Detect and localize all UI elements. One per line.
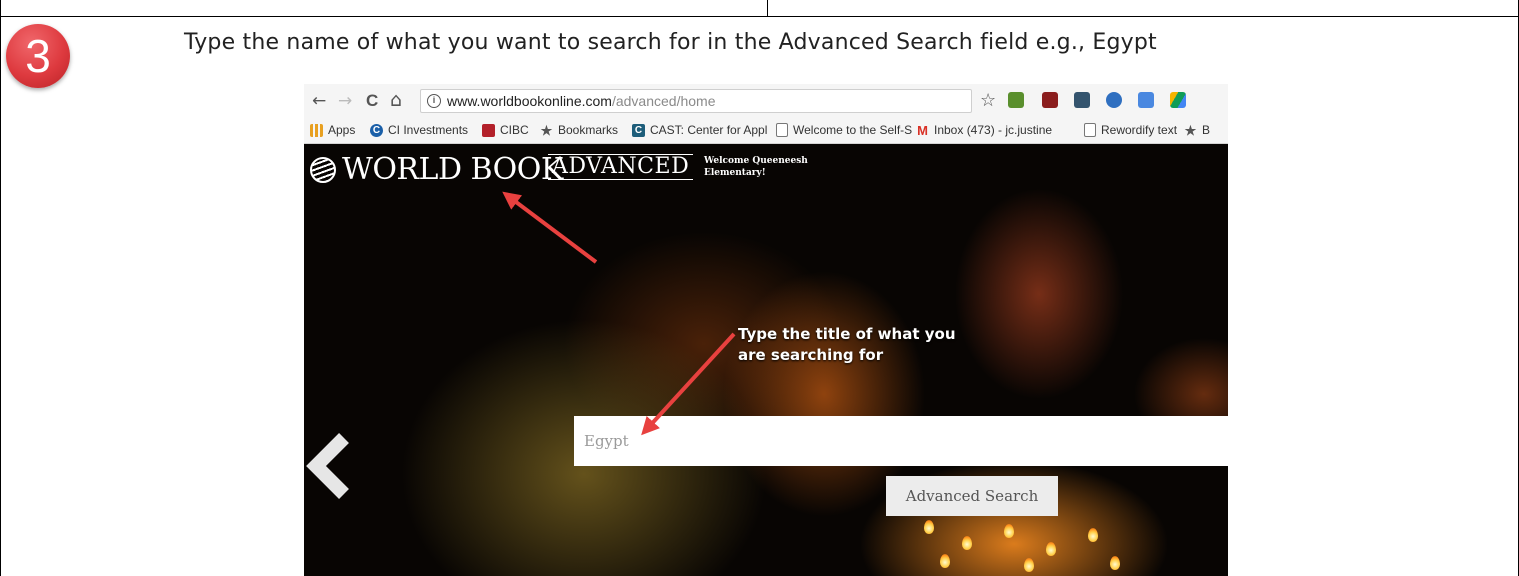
url-text[interactable]: www.worldbookonline.com/advanced/home [447,93,716,109]
bookmark-label: Welcome to the Self-S [793,123,913,137]
bookmark-label: CIBC [500,123,529,137]
candle-flame [1046,542,1056,556]
advanced-search-button[interactable]: Advanced Search [886,476,1058,516]
bookmark-label: B [1202,123,1211,137]
candle-flame [962,536,972,550]
bookmark-bookmarks[interactable]: ★ Bookmarks [540,123,618,137]
ublock-icon[interactable] [1042,92,1058,108]
home-icon[interactable]: ⌂ [390,89,402,111]
evernote-icon[interactable] [1008,92,1024,108]
instruction-text: Type the name of what you want to search… [184,30,1157,55]
bookmarks-bar: Apps C CI Investments CIBC ★ Bookmarks C CA… [304,118,1228,144]
bookmark-cibc[interactable]: CIBC [482,123,529,137]
browser-screenshot: ← → C ⌂ i www.worldbookonline.com/advanc… [304,84,1228,576]
drive-icon[interactable] [1170,92,1186,108]
pocket-icon[interactable] [1074,92,1090,108]
reload-icon[interactable]: C [366,91,378,111]
forward-icon[interactable]: → [338,91,352,111]
candle-flame [924,520,934,534]
bookmark-b[interactable]: ★ B [1184,123,1210,137]
star-icon: ★ [1184,122,1197,138]
gmail-icon: M [917,122,928,138]
candle-flame [1024,558,1034,572]
star-icon: ★ [540,122,553,138]
back-icon[interactable]: ← [312,91,326,111]
advanced-label: ADVANCED [548,154,694,180]
bookmark-star-icon[interactable]: ☆ [980,90,996,111]
bookmark-rewordify[interactable]: Rewordify text [1084,123,1177,137]
welcome-message: Welcome Queeneesh Elementary! [704,156,808,178]
bookmark-label: Rewordify text [1101,123,1178,137]
hero-background-photo: WORLD BOOK ADVANCED Welcome Queeneesh El… [304,144,1228,576]
bookmark-welcome[interactable]: Welcome to the Self-S [776,123,912,137]
apps-icon [310,123,323,137]
world-book-logo[interactable]: WORLD BOOK [310,152,563,187]
bookmark-label: Bookmarks [558,123,619,137]
yesware-icon[interactable] [1106,92,1122,108]
globe-logo-icon [310,156,336,183]
step-number-badge: 3 [6,24,70,88]
logo-text: WORLD BOOK [342,152,563,187]
previous-slide-chevron-icon[interactable] [306,432,354,500]
bookmark-label: Inbox (473) - jc.justine [934,123,1053,137]
bookmark-label: CI Investments [388,123,469,137]
table-divider [767,0,768,16]
bookmark-label: CAST: Center for Appl [650,123,768,137]
translate-icon[interactable] [1138,92,1154,108]
page-icon [1084,123,1096,137]
bookmark-ci-investments[interactable]: C CI Investments [370,123,468,137]
url-domain: www.worldbookonline.com [447,93,612,109]
browser-toolbar: ← → C ⌂ i www.worldbookonline.com/advanc… [304,84,1228,118]
ci-icon: C [370,123,383,137]
candle-flame [1110,556,1120,570]
candle-flame [1004,524,1014,538]
candle-flame [940,554,950,568]
info-icon[interactable]: i [427,94,441,108]
page-icon [776,123,788,137]
cibc-icon [482,123,495,137]
bookmark-label: Apps [328,123,356,137]
bookmark-inbox[interactable]: M Inbox (473) - jc.justine [916,123,1052,137]
cast-icon: C [632,123,645,137]
bookmark-cast[interactable]: C CAST: Center for Appl [632,123,767,137]
url-path: /advanced/home [611,93,716,109]
annotation-text: Type the title of what you are searching… [738,325,956,364]
advanced-search-input[interactable] [574,416,1228,466]
bookmark-apps[interactable]: Apps [310,123,355,137]
address-bar[interactable]: i www.worldbookonline.com/advanced/home [420,89,972,113]
table-rule [0,16,1519,17]
candle-flame [1088,528,1098,542]
